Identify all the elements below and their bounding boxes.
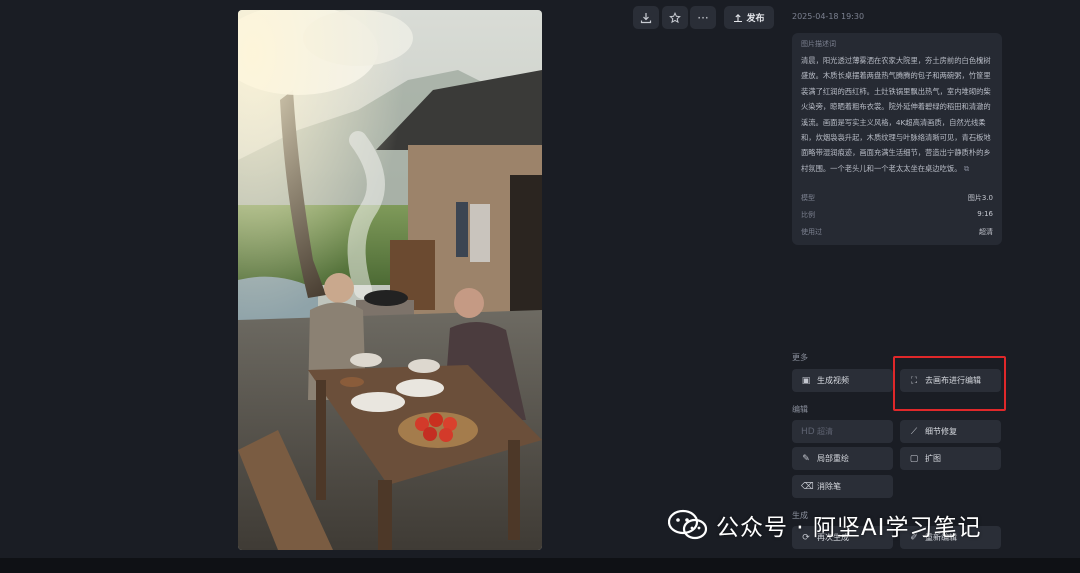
description-card: 图片描述词 清晨，阳光透过薄雾洒在农家大院里，夯土房前的白色槐树盛放。木质长桌摆…	[792, 33, 1002, 245]
description-label: 图片描述词	[801, 40, 836, 48]
expand-button[interactable]: ▢ 扩图	[900, 447, 1001, 470]
copy-icon[interactable]: ⧉	[964, 164, 969, 173]
brush-icon: ✎	[802, 453, 810, 464]
edit-section-label: 编辑	[792, 405, 808, 414]
generate-video-button[interactable]: ▣ 生成视频	[792, 369, 893, 392]
download-icon	[640, 12, 652, 23]
wechat-logo-icon	[668, 509, 708, 540]
upload-icon	[734, 13, 743, 22]
inpaint-button[interactable]: ✎ 局部重绘	[792, 447, 893, 470]
watermark-text: 公众号 · 阿坚AI学习笔记	[716, 515, 982, 541]
hd-icon: HD	[801, 426, 815, 437]
description-text[interactable]: 清晨，阳光透过薄雾洒在农家大院里，夯土房前的白色槐树盛放。木质长桌摆着两盘热气腾…	[801, 53, 993, 176]
upscale-button[interactable]: HD 超清	[792, 420, 893, 443]
more-icon: ···	[697, 10, 709, 25]
image-illustration	[238, 10, 542, 550]
favorite-button[interactable]	[662, 6, 688, 29]
timestamp: 2025-04-18 19:30	[792, 12, 865, 21]
generated-image[interactable]	[238, 10, 542, 550]
more-section-label: 更多	[792, 353, 808, 362]
magic-wand-icon: ⟋	[910, 426, 918, 437]
download-button[interactable]	[633, 6, 659, 29]
publish-label: 发布	[746, 14, 765, 24]
eraser-button[interactable]: ⌫ 消除笔	[792, 475, 893, 498]
meta-row-used: 使用过 超清	[801, 228, 993, 236]
expand-icon: ▢	[909, 453, 919, 464]
detail-repair-button[interactable]: ⟋ 细节修复	[900, 420, 1001, 443]
bottom-bar	[0, 558, 1080, 573]
meta-row-model: 模型 图片3.0	[801, 194, 993, 202]
eraser-icon: ⌫	[801, 481, 814, 492]
star-icon	[669, 11, 681, 23]
highlight-annotation	[893, 356, 1006, 411]
video-icon: ▣	[801, 375, 811, 386]
meta-row-ratio: 比例 9:16	[801, 210, 993, 219]
more-button[interactable]: ···	[690, 6, 716, 29]
publish-button[interactable]: 发布	[724, 6, 774, 29]
watermark: 公众号 · 阿坚AI学习笔记	[668, 508, 981, 542]
